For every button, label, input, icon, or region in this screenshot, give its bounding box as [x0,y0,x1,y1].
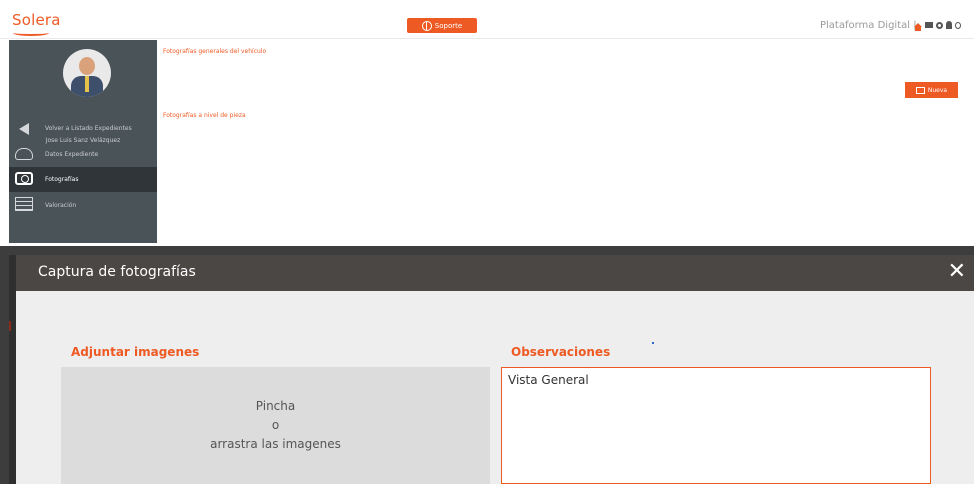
observations-label: Observaciones [511,345,611,359]
sidebar: Jose Luis Sanz Velázquez Volver a Listad… [9,40,157,243]
observations-textarea[interactable]: Vista General [501,367,931,484]
camera-icon [13,171,35,189]
logo-swoosh [13,30,49,36]
cursor-dot [652,342,654,344]
back-arrow-icon [13,120,35,138]
close-icon[interactable]: ✕ [948,259,966,285]
sidebar-item-fotografias[interactable]: Fotografías [9,167,157,192]
platform-label: Plataforma Digital | [820,20,917,31]
top-bar: Solera Soporte Plataforma Digital | [0,0,974,40]
top-icons [914,21,961,31]
backdrop-accent [9,321,11,331]
dropzone-line-1: Pincha [255,399,296,413]
dropzone-line-2: o [271,418,280,432]
sidebar-item-label: Valoración [45,202,77,209]
avatar-head [79,57,95,75]
globe-icon [421,20,432,31]
section-general-photos: Fotografías generales del vehículo [163,48,267,55]
gear-icon[interactable] [936,21,943,29]
photo-capture-modal: Captura de fotografías ✕ Adjuntar imagen… [16,255,974,484]
backdrop-strip [9,255,16,484]
user-icon[interactable] [946,21,952,29]
modal-header: Captura de fotografías ✕ [16,255,974,291]
top-divider [0,38,974,39]
observations-value: Vista General [508,373,589,387]
sidebar-item-label: Fotografías [45,176,79,183]
dropzone-line-3: arrastra las imagenes [210,437,341,451]
home-icon[interactable] [914,23,922,31]
mail-icon[interactable] [925,22,933,28]
logout-icon[interactable] [955,21,961,29]
new-photo-label: Nueva [927,86,948,94]
support-button[interactable]: Soporte [407,18,477,33]
attach-images-label: Adjuntar imagenes [71,345,200,359]
avatar [63,49,111,97]
support-label: Soporte [434,21,463,30]
avatar-tie [85,76,89,92]
cloud-icon [13,146,35,164]
abacus-icon [13,196,35,215]
sidebar-item-label: Datos Expediente [45,151,99,158]
sidebar-item-valoracion[interactable]: Valoración [9,193,157,218]
new-photo-button[interactable]: Nueva [905,82,958,98]
solera-logo[interactable]: Solera [12,11,61,29]
modal-title: Captura de fotografías [38,264,196,280]
sidebar-item-datos[interactable]: Datos Expediente [9,142,157,167]
image-dropzone[interactable]: Pincha o arrastra las imagenes [61,367,490,484]
sidebar-item-back[interactable]: Volver a Listado Expedientes [9,116,157,141]
section-piece-photos: Fotografías a nivel de pieza [163,112,246,119]
image-icon [915,86,925,94]
sidebar-item-label: Volver a Listado Expedientes [45,125,132,132]
